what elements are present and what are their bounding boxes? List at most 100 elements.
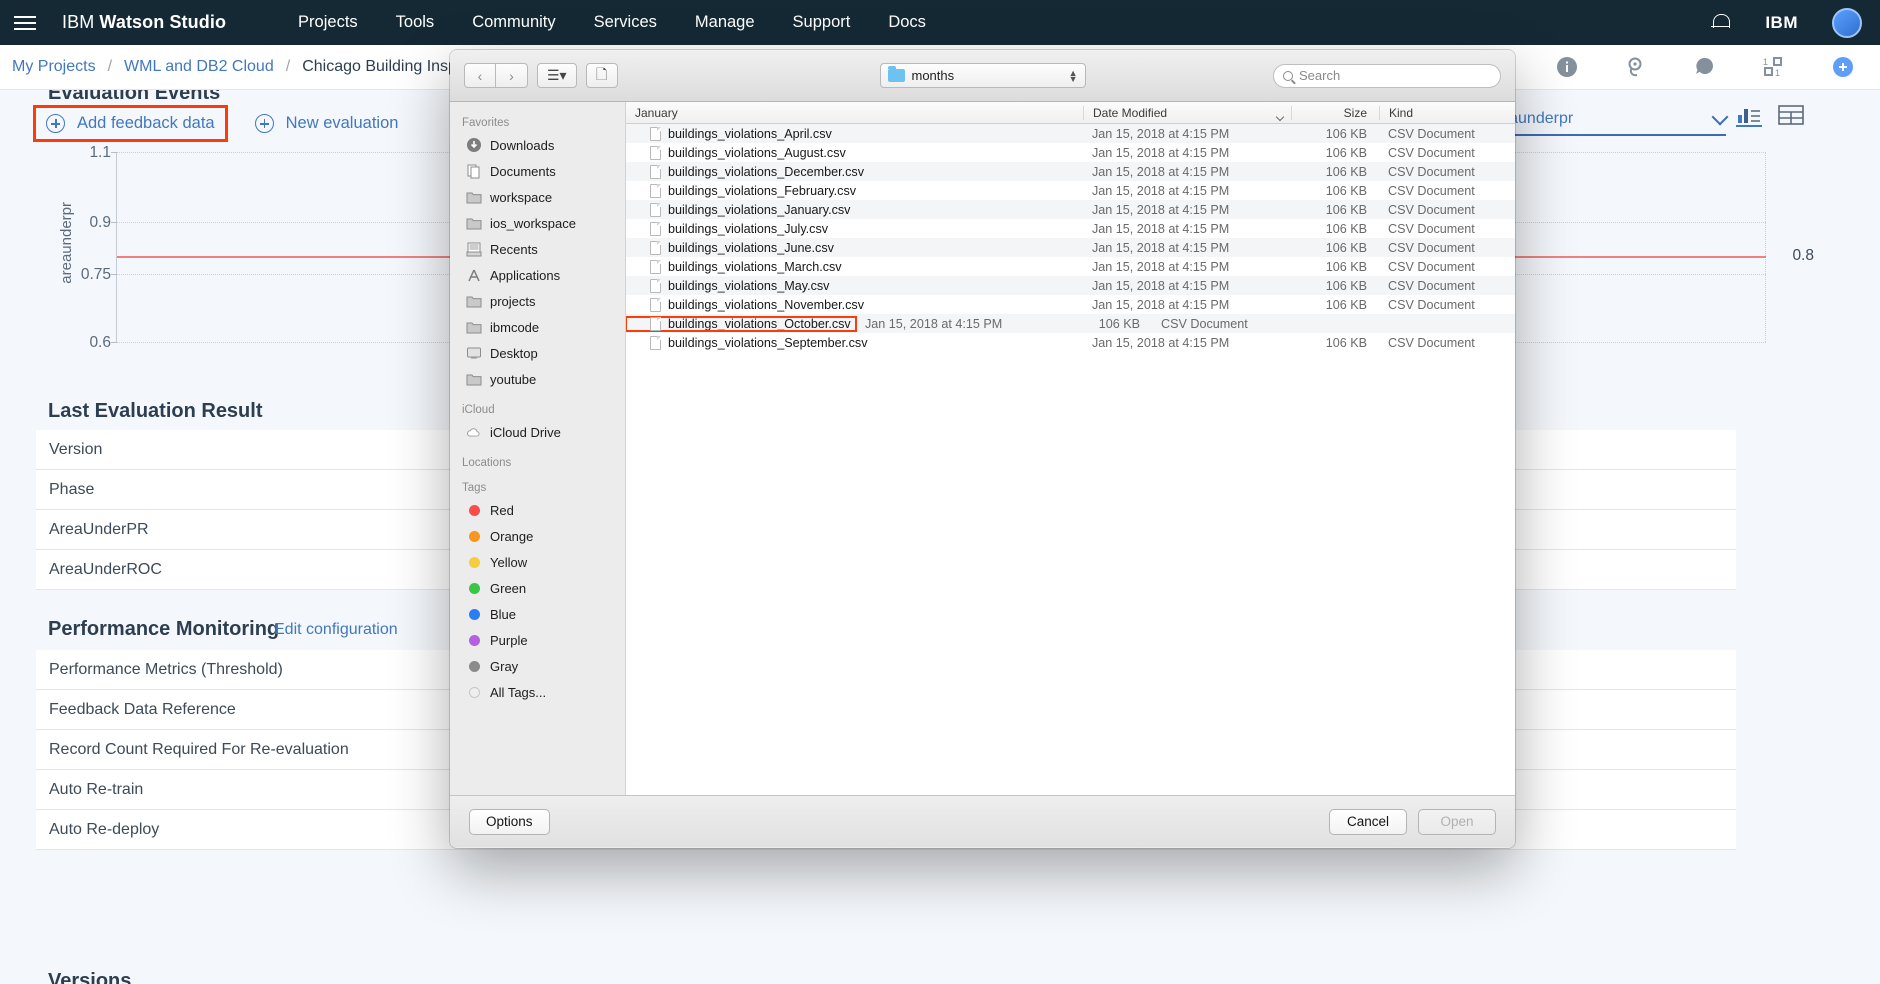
file-date: Jan 15, 2018 at 4:15 PM (1092, 164, 1230, 179)
nav-link-tools[interactable]: Tools (396, 13, 435, 32)
sidebar-item-recents[interactable]: Recents (450, 236, 625, 262)
back-button[interactable]: ‹ (464, 63, 496, 88)
column-header-name[interactable]: January (626, 106, 1083, 120)
nav-link-projects[interactable]: Projects (298, 13, 358, 32)
sidebar-section-icloud: iCloud (462, 404, 495, 416)
file-row[interactable]: buildings_violations_April.csv Jan 15, 20… (626, 124, 1515, 143)
sidebar-tag-orange[interactable]: Orange (450, 523, 625, 549)
breadcrumb-my-projects[interactable]: My Projects (12, 58, 96, 76)
csv-document-icon (650, 259, 661, 274)
file-date: Jan 15, 2018 at 4:15 PM (865, 316, 1003, 331)
breadcrumb-wml-db2-cloud[interactable]: WML and DB2 Cloud (124, 58, 274, 76)
column-header-size[interactable]: Size (1291, 105, 1379, 120)
sidebar-tag-purple[interactable]: Purple (450, 627, 625, 653)
sidebar-item-label: Orange (490, 528, 534, 544)
sidebar-item-downloads[interactable]: Downloads (450, 132, 625, 158)
sidebar-item-projects[interactable]: projects (450, 288, 625, 314)
sidebar-item-desktop[interactable]: Desktop (450, 340, 625, 366)
nav-link-services[interactable]: Services (594, 13, 657, 32)
csv-document-icon (650, 278, 661, 293)
sidebar-tag-gray[interactable]: Gray (450, 653, 625, 679)
forward-button[interactable]: › (496, 63, 528, 88)
open-button[interactable]: Open (1418, 808, 1496, 835)
dialog-toolbar: ‹ › ☰▾ 🗋 months ▲ ▼ Search (450, 50, 1515, 102)
sidebar-tag-yellow[interactable]: Yellow (450, 549, 625, 575)
column-header-kind[interactable]: Kind (1379, 105, 1515, 120)
sidebar-tag-all[interactable]: All Tags... (450, 679, 625, 705)
settings-icon[interactable] (1831, 55, 1855, 79)
y-tick-1: 1.1 (89, 144, 111, 161)
file-size: 106 KB (1098, 316, 1140, 331)
edit-configuration-link[interactable]: Edit configuration (274, 621, 398, 639)
file-name: buildings_violations_June.csv (668, 240, 834, 255)
file-size: 106 KB (1325, 240, 1367, 255)
binary-icon[interactable]: 11 (1762, 55, 1786, 79)
nav-link-docs[interactable]: Docs (888, 13, 926, 32)
file-row[interactable]: buildings_violations_May.csv Jan 15, 2018… (626, 276, 1515, 295)
file-row[interactable]: buildings_violations_June.csv Jan 15, 201… (626, 238, 1515, 257)
sidebar-tag-blue[interactable]: Blue (450, 601, 625, 627)
search-input[interactable]: Search (1273, 63, 1501, 88)
versions-title: Versions (48, 970, 132, 984)
comment-icon[interactable] (1693, 55, 1717, 79)
sidebar-item-workspace[interactable]: workspace (450, 184, 625, 210)
find-data-icon[interactable] (1624, 55, 1648, 79)
notification-bell-icon[interactable] (1711, 12, 1731, 34)
sidebar-item-label: youtube (490, 371, 537, 387)
sidebar-item-applications[interactable]: Applications (450, 262, 625, 288)
avatar[interactable] (1832, 7, 1862, 38)
nav-link-manage[interactable]: Manage (695, 13, 755, 32)
search-placeholder: Search (1299, 68, 1341, 83)
sidebar-item-documents[interactable]: Documents (450, 158, 625, 184)
cancel-button[interactable]: Cancel (1329, 808, 1407, 835)
sidebar-item-ios-workspace[interactable]: ios_workspace (450, 210, 625, 236)
column-header-date-modified[interactable]: Date Modified (1083, 105, 1291, 121)
sidebar-tag-green[interactable]: Green (450, 575, 625, 601)
file-row[interactable]: buildings_violations_February.csv Jan 15,… (626, 181, 1515, 200)
file-row[interactable]: buildings_violations_July.csv Jan 15, 201… (626, 219, 1515, 238)
file-row[interactable]: buildings_violations_August.csv Jan 15, 2… (626, 143, 1515, 162)
sidebar-item-label: Purple (490, 632, 528, 648)
metric-select[interactable]: areaunderpr (1486, 108, 1729, 136)
desktop-icon (466, 345, 482, 361)
folder-icon (466, 319, 482, 335)
hamburger-menu-icon[interactable] (14, 15, 40, 30)
sidebar-item-youtube[interactable]: youtube (450, 366, 625, 392)
new-evaluation-button[interactable]: New evaluation (245, 108, 409, 139)
sidebar-item-ibmcode[interactable]: ibmcode (450, 314, 625, 340)
nav-link-community[interactable]: Community (472, 13, 555, 32)
file-name: buildings_violations_October.csv (668, 316, 851, 331)
sidebar-item-icloud-drive[interactable]: iCloud Drive (450, 419, 625, 445)
file-row[interactable]: buildings_violations_January.csv Jan 15, … (626, 200, 1515, 219)
ibm-logo: IBM (1765, 12, 1798, 32)
options-button[interactable]: Options (469, 808, 550, 835)
tag-dot-icon (466, 502, 482, 518)
file-date: Jan 15, 2018 at 4:15 PM (1092, 202, 1230, 217)
performance-monitoring-title: Performance Monitoring (48, 618, 280, 640)
file-kind: CSV Document (1388, 164, 1475, 179)
file-row[interactable]: buildings_violations_March.csv Jan 15, 20… (626, 257, 1515, 276)
file-name: buildings_violations_March.csv (668, 259, 842, 274)
sidebar-item-label: All Tags... (490, 684, 547, 700)
file-row[interactable]: buildings_violations_November.csv Jan 15,… (626, 295, 1515, 314)
sidebar-tag-red[interactable]: Red (450, 497, 625, 523)
file-row-selected[interactable]: buildings_violations_October.csv Jan 15, … (626, 314, 1515, 333)
file-row[interactable]: buildings_violations_September.csv Jan 15… (626, 333, 1515, 352)
nav-link-support[interactable]: Support (793, 13, 851, 32)
add-feedback-data-button[interactable]: Add feedback data (33, 105, 228, 142)
table-icon[interactable] (1778, 104, 1804, 126)
file-name: buildings_violations_May.csv (668, 278, 830, 293)
bar-chart-icon[interactable] (1736, 104, 1762, 128)
downloads-icon (466, 137, 482, 153)
new-folder-button[interactable]: 🗋 (585, 63, 618, 88)
file-date: Jan 15, 2018 at 4:15 PM (1092, 259, 1230, 274)
info-icon[interactable] (1555, 55, 1579, 79)
brand-title: IBM Watson Studio (62, 12, 226, 33)
view-options-button[interactable]: ☰▾ (537, 63, 577, 88)
breadcrumb-toolbar: 11 (1555, 55, 1880, 79)
new-evaluation-label: New evaluation (285, 114, 399, 132)
breadcrumb: My Projects / WML and DB2 Cloud / Chicag… (0, 58, 500, 76)
path-popup-button[interactable]: months ▲ ▼ (879, 63, 1086, 88)
file-kind: CSV Document (1388, 278, 1475, 293)
file-row[interactable]: buildings_violations_December.csv Jan 15,… (626, 162, 1515, 181)
